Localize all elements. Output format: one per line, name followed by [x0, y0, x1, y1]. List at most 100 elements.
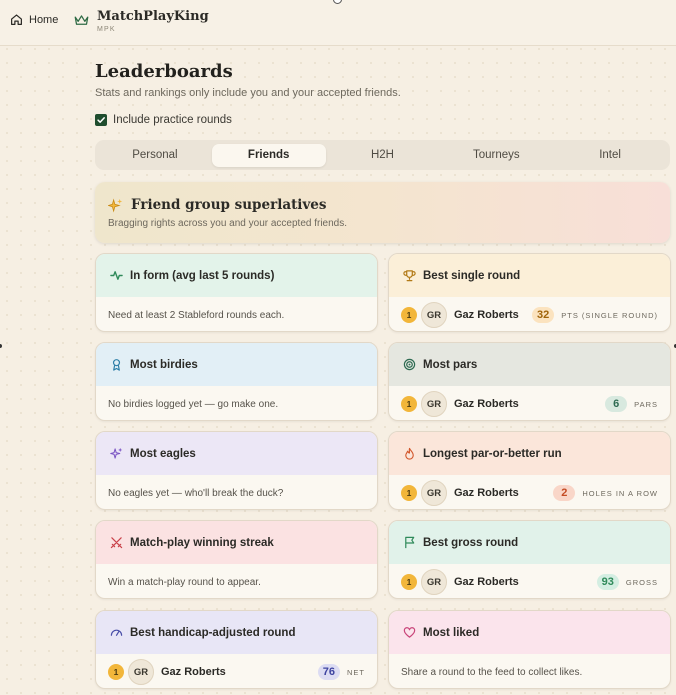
- card-best-gross[interactable]: Best gross round 1 GR Gaz Roberts 93 GRO…: [388, 520, 671, 599]
- stat-value: 32: [531, 307, 555, 323]
- card-in-form[interactable]: In form (avg last 5 rounds) Need at leas…: [95, 253, 378, 332]
- practice-label: Include practice rounds: [113, 114, 232, 126]
- avatar: GR: [421, 569, 447, 595]
- card-title: Match-play winning streak: [130, 536, 274, 549]
- rank-badge: 1: [108, 664, 124, 680]
- card-empty-text: No birdies logged yet — go make one.: [108, 398, 279, 410]
- trophy-icon: [403, 270, 416, 282]
- card-winning-streak[interactable]: Match-play winning streak Win a match-pl…: [95, 520, 378, 599]
- brand-short: MPK: [97, 26, 116, 33]
- heart-icon: [403, 627, 416, 638]
- home-icon: [11, 14, 22, 25]
- player-name[interactable]: Gaz Roberts: [454, 309, 532, 321]
- flame-icon: [405, 447, 414, 460]
- leader-row: 1 GR Gaz Roberts 6 PARS: [389, 386, 670, 420]
- sparkles-icon: [108, 197, 123, 213]
- avatar: GR: [421, 302, 447, 328]
- stat-value: 93: [596, 574, 619, 590]
- leader-row: 1 GR Gaz Roberts 2 HOLES IN A ROW: [389, 475, 670, 509]
- stat-value: 6: [605, 396, 628, 412]
- card-most-eagles[interactable]: Most eagles No eagles yet — who'll break…: [95, 431, 378, 510]
- superlatives-title-row: Friend group superlatives: [108, 197, 326, 213]
- swords-icon: [110, 537, 123, 549]
- activity-icon: [110, 271, 123, 280]
- card-most-pars[interactable]: Most pars 1 GR Gaz Roberts 6 PARS: [388, 342, 671, 421]
- card-header: Most birdies: [96, 343, 377, 386]
- practice-rounds-toggle[interactable]: Include practice rounds: [95, 114, 232, 126]
- card-header: Longest par-or-better run: [389, 432, 670, 475]
- card-title: Most pars: [423, 358, 478, 371]
- card-header: Most eagles: [96, 432, 377, 475]
- tab-intel[interactable]: Intel: [553, 144, 667, 167]
- card-title: Best handicap-adjusted round: [130, 626, 296, 639]
- stat-unit: PARS: [634, 399, 658, 409]
- card-title: In form (avg last 5 rounds): [130, 269, 275, 282]
- card-header: Best gross round: [389, 521, 670, 564]
- superlatives-banner: Friend group superlatives Bragging right…: [95, 182, 670, 243]
- tab-friends[interactable]: Friends: [211, 143, 326, 167]
- card-header: Match-play winning streak: [96, 521, 377, 564]
- tab-personal[interactable]: Personal: [98, 144, 212, 167]
- practice-checkbox[interactable]: [95, 114, 107, 126]
- leader-row: 1 GR Gaz Roberts 76 NET: [96, 654, 377, 688]
- card-title: Best single round: [423, 269, 521, 282]
- avatar: GR: [421, 391, 447, 417]
- stat-unit: PTS (SINGLE ROUND): [561, 310, 658, 320]
- card-most-birdies[interactable]: Most birdies No birdies logged yet — go …: [95, 342, 378, 421]
- player-name[interactable]: Gaz Roberts: [454, 487, 553, 499]
- avatar: GR: [128, 659, 154, 685]
- superlatives-subtitle: Bragging rights across you and your acce…: [108, 218, 348, 229]
- leader-row: 1 GR Gaz Roberts 93 GROSS: [389, 564, 670, 598]
- leaderboard-tabs: Personal Friends H2H Tourneys Intel: [95, 140, 670, 170]
- ribbon-icon: [112, 359, 121, 371]
- rank-badge: 1: [401, 396, 417, 412]
- target-icon: [403, 358, 416, 371]
- avatar: GR: [421, 480, 447, 506]
- stat-value: 76: [317, 664, 340, 680]
- card-header: Best single round: [389, 254, 670, 297]
- player-name[interactable]: Gaz Roberts: [454, 398, 605, 410]
- sparkles-icon: [110, 447, 123, 459]
- stat-unit: GROSS: [625, 577, 658, 587]
- stat-value: 2: [553, 485, 576, 501]
- card-header: Most liked: [389, 611, 670, 654]
- home-link[interactable]: Home: [10, 13, 58, 26]
- home-label: Home: [29, 13, 59, 26]
- tab-h2h[interactable]: H2H: [326, 144, 440, 167]
- card-header: Most pars: [389, 343, 670, 386]
- player-name[interactable]: Gaz Roberts: [161, 666, 318, 678]
- superlatives-title: Friend group superlatives: [131, 197, 327, 213]
- card-header: In form (avg last 5 rounds): [96, 254, 377, 297]
- check-icon: [97, 117, 105, 123]
- page-subtitle: Stats and rankings only include you and …: [95, 87, 401, 99]
- card-title: Most eagles: [130, 447, 196, 460]
- brand[interactable]: MatchPlayKing MPK: [74, 9, 209, 33]
- card-header: Best handicap-adjusted round: [96, 611, 377, 654]
- leader-row: 1 GR Gaz Roberts 32 PTS (SINGLE ROUND): [389, 297, 670, 331]
- tab-tourneys[interactable]: Tourneys: [439, 144, 553, 167]
- stat-unit: NET: [347, 667, 365, 677]
- card-empty-text: Win a match-play round to appear.: [108, 576, 261, 588]
- brand-name: MatchPlayKing: [97, 9, 209, 24]
- card-empty-text: Need at least 2 Stableford rounds each.: [108, 309, 285, 321]
- flag-icon: [405, 536, 415, 549]
- card-empty-text: Share a round to the feed to collect lik…: [401, 666, 583, 678]
- top-bar: Home MatchPlayKing MPK: [0, 0, 676, 46]
- player-name[interactable]: Gaz Roberts: [454, 576, 597, 588]
- card-title: Best gross round: [423, 536, 519, 549]
- page-title: Leaderboards: [95, 61, 233, 82]
- top-handle: [333, 0, 342, 4]
- gauge-icon: [110, 629, 123, 636]
- crown-icon: [74, 15, 89, 25]
- left-edge-handle: [0, 344, 2, 348]
- card-best-handicap[interactable]: Best handicap-adjusted round 1 GR Gaz Ro…: [95, 610, 378, 689]
- card-title: Most liked: [423, 626, 480, 639]
- card-title: Longest par-or-better run: [423, 447, 562, 460]
- card-most-liked[interactable]: Most liked Share a round to the feed to …: [388, 610, 671, 689]
- card-best-single-round[interactable]: Best single round 1 GR Gaz Roberts 32 PT…: [388, 253, 671, 332]
- card-longest-run[interactable]: Longest par-or-better run 1 GR Gaz Rober…: [388, 431, 671, 510]
- rank-badge: 1: [401, 485, 417, 501]
- rank-badge: 1: [401, 574, 417, 590]
- rank-badge: 1: [401, 307, 417, 323]
- card-title: Most birdies: [130, 358, 198, 371]
